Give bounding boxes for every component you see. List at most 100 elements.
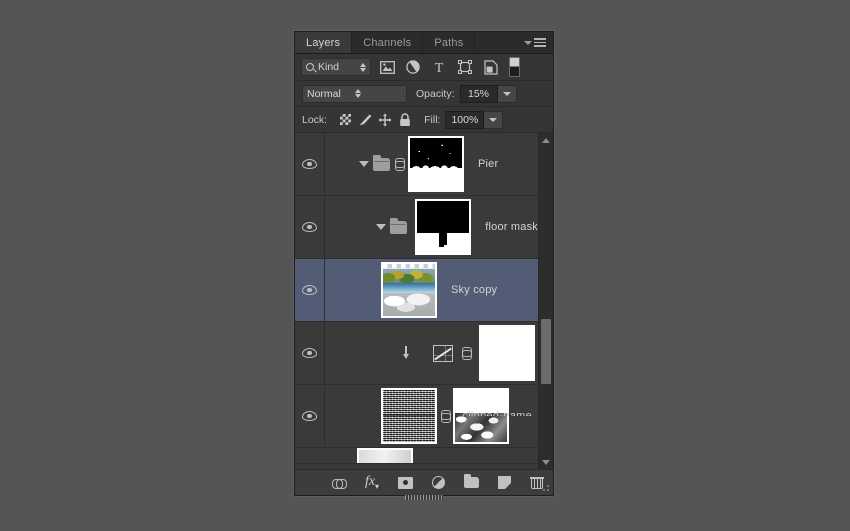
adjustment-layer-filter-icon[interactable] (403, 57, 423, 77)
scrollbar-track[interactable] (539, 147, 553, 455)
layer-visibility-toggle[interactable] (295, 322, 325, 384)
panel-tab-bar: Layers Channels Paths (295, 32, 553, 54)
eye-icon (302, 348, 317, 358)
chevron-down-icon (524, 40, 532, 45)
link-icon[interactable] (441, 409, 451, 423)
folder-icon (463, 474, 479, 488)
new-layer-button[interactable] (495, 473, 514, 492)
layer-row-body[interactable]: Pier (325, 133, 538, 195)
layer-visibility-toggle[interactable] (295, 196, 325, 258)
lock-transparent-pixels-icon[interactable] (335, 111, 355, 129)
table-row[interactable] (295, 322, 538, 385)
table-row[interactable]: Pier (295, 133, 538, 196)
layer-visibility-toggle[interactable] (295, 259, 325, 321)
layer-name[interactable]: Pier (478, 158, 498, 170)
fill-stepper[interactable]: 100% (445, 110, 504, 129)
type-layer-filter-icon[interactable]: T (429, 57, 449, 77)
layer-thumbnail[interactable] (381, 388, 437, 444)
layers-bottom-toolbar: fx▾ (295, 469, 553, 500)
layer-visibility-toggle[interactable] (295, 133, 325, 195)
curves-adjustment-icon[interactable] (433, 344, 453, 362)
group-disclosure-triangle-icon[interactable] (359, 161, 369, 167)
layer-row-body[interactable]: floor mask (325, 196, 538, 258)
smart-object-filter-icon[interactable] (481, 57, 501, 77)
resize-grip[interactable] (542, 484, 550, 492)
layer-mask-thumbnail[interactable] (479, 325, 535, 381)
layer-thumbnail[interactable] (357, 448, 413, 463)
layer-name-truncated: clipped-name (462, 411, 532, 416)
eye-icon (302, 222, 317, 232)
layer-style-button[interactable]: fx▾ (363, 473, 382, 492)
opacity-dropdown-arrow[interactable] (497, 84, 517, 103)
layer-thumbnail[interactable] (415, 199, 472, 255)
layer-name[interactable]: Sky copy (451, 284, 497, 296)
mask-icon (397, 476, 413, 489)
filter-kind-label: Kind (318, 61, 340, 73)
link-icon[interactable] (462, 346, 472, 360)
hamburger-menu-icon (534, 38, 546, 47)
chevron-updown-icon (354, 89, 403, 98)
folder-icon (390, 217, 408, 234)
blend-mode-bar: Normal Opacity: 15% (295, 81, 553, 107)
fill-value[interactable]: 100% (445, 110, 485, 129)
blend-mode-value: Normal (307, 87, 341, 100)
eye-icon (302, 159, 317, 169)
scroll-down-arrow[interactable] (542, 455, 550, 469)
panel-menu-button[interactable] (517, 32, 553, 53)
tab-channels-label: Channels (363, 36, 412, 49)
filter-toggle-switch[interactable] (509, 57, 520, 77)
tab-layers-label: Layers (306, 36, 341, 49)
opacity-value[interactable]: 15% (459, 84, 498, 103)
fx-icon: fx▾ (364, 474, 380, 491)
fill-label: Fill: (424, 113, 441, 126)
layer-filter-bar: Kind T (295, 54, 553, 81)
layer-thumbnail[interactable] (381, 262, 437, 318)
layer-name[interactable]: floor mask (485, 221, 538, 233)
layer-visibility-toggle[interactable] (295, 385, 325, 447)
layer-mask-thumbnail[interactable] (453, 388, 509, 444)
svg-text:T: T (435, 61, 444, 74)
chevron-updown-icon (360, 62, 366, 72)
new-adjustment-layer-button[interactable] (429, 473, 448, 492)
add-layer-mask-button[interactable] (396, 473, 415, 492)
layer-row-body[interactable]: Sky copy (325, 259, 538, 321)
lock-bar: Lock: Fill: 100% (295, 107, 553, 133)
opacity-stepper[interactable]: 15% (459, 84, 517, 103)
lock-all-icon[interactable] (395, 111, 415, 129)
clipping-mask-arrow-icon (401, 346, 411, 360)
tab-paths-label: Paths (434, 36, 464, 49)
vertical-scrollbar[interactable] (538, 133, 553, 469)
tab-channels[interactable]: Channels (352, 32, 424, 53)
lock-image-pixels-icon[interactable] (355, 111, 375, 129)
filter-kind-select[interactable]: Kind (301, 58, 371, 76)
blend-mode-select[interactable]: Normal (302, 84, 407, 103)
lock-position-icon[interactable] (375, 111, 395, 129)
link-icon[interactable] (395, 157, 405, 171)
link-icon (331, 478, 347, 489)
layer-thumbnail[interactable] (408, 136, 464, 192)
folder-icon (373, 154, 390, 171)
layer-list: Pier floor mask Sky copy (295, 133, 538, 469)
table-row[interactable]: floor mask (295, 196, 538, 259)
shape-layer-filter-icon[interactable] (455, 57, 475, 77)
link-layers-button[interactable] (330, 473, 349, 492)
group-disclosure-triangle-icon[interactable] (376, 224, 387, 230)
table-row-partial[interactable] (295, 448, 538, 464)
layer-row-body[interactable]: clipped-name (325, 385, 538, 447)
pixel-layer-filter-icon[interactable] (377, 57, 397, 77)
tab-paths[interactable]: Paths (423, 32, 476, 53)
eye-icon (302, 411, 317, 421)
layer-list-wrapper: Pier floor mask Sky copy (295, 133, 553, 469)
new-group-button[interactable] (462, 473, 481, 492)
table-row[interactable]: Sky copy (295, 259, 538, 322)
scrollbar-thumb[interactable] (541, 319, 551, 384)
tab-layers[interactable]: Layers (295, 32, 353, 53)
layer-row-body[interactable] (325, 322, 538, 384)
lock-label: Lock: (302, 113, 328, 126)
opacity-label: Opacity: (416, 87, 455, 100)
fill-dropdown-arrow[interactable] (484, 110, 504, 129)
search-icon (306, 63, 314, 71)
table-row[interactable]: clipped-name (295, 385, 538, 448)
horizontal-scroll-nub[interactable] (405, 495, 443, 500)
scroll-up-arrow[interactable] (542, 133, 550, 147)
